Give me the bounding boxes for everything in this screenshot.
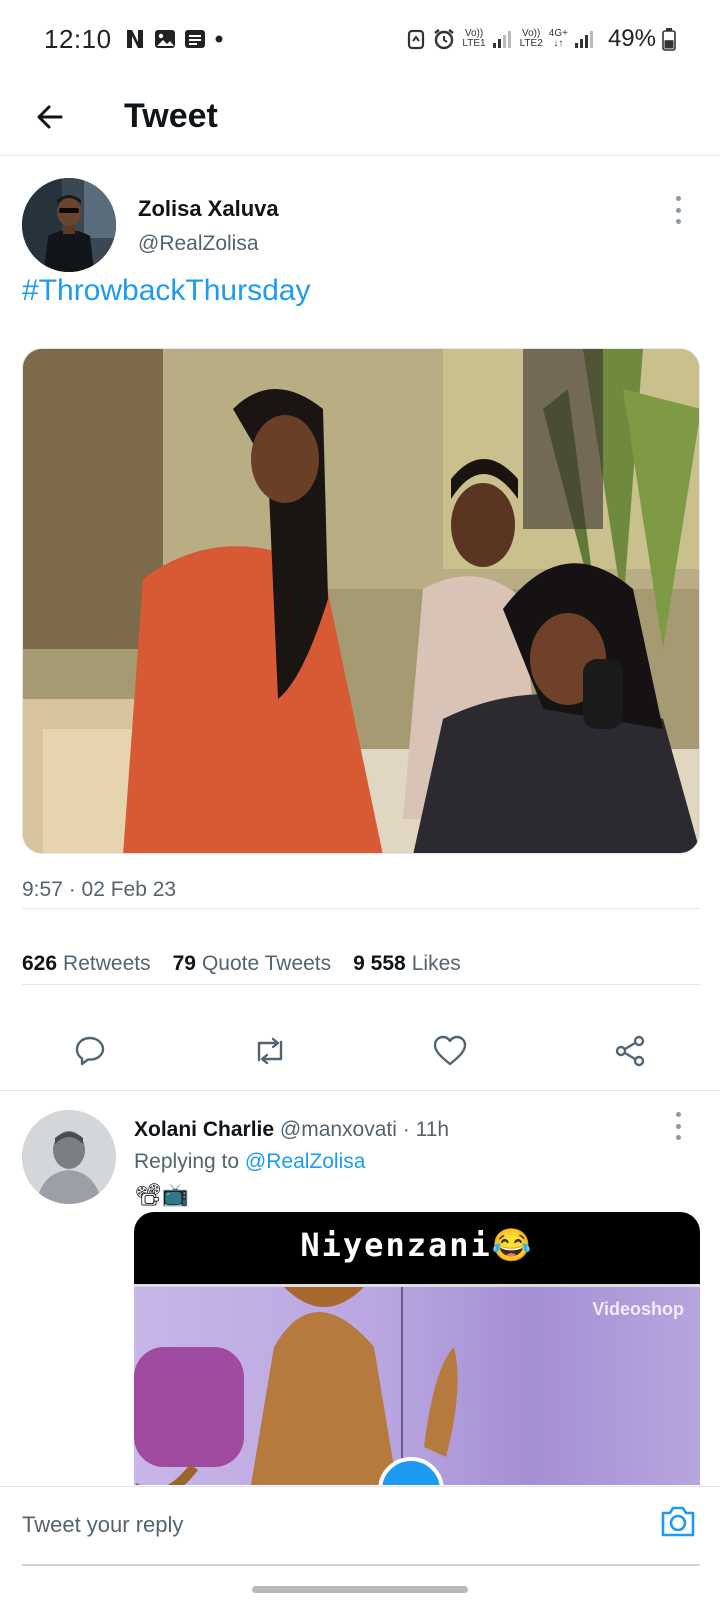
tweet-author-row: Zolisa Xaluva @RealZolisa [22, 178, 698, 274]
quote-tweets-label: Quote Tweets [201, 952, 332, 975]
more-dot-icon [675, 1135, 681, 1140]
share-button[interactable] [540, 1006, 720, 1096]
data-activity-label: ↓↑ [553, 38, 564, 49]
page-title: Tweet [124, 97, 218, 135]
tweet-hashtag[interactable]: #ThrowbackThursday [22, 274, 310, 308]
network-type-indicator: 4G+ ↓↑ [549, 29, 568, 49]
author-avatar[interactable] [22, 178, 116, 272]
tweet-more-button[interactable] [668, 196, 688, 224]
likes-stat[interactable]: 9 558 Likes [353, 952, 461, 976]
status-bar: 12:10 Vo)) LTE1 Vo)) LTE2 4G+ ↓↑ 49% [0, 0, 720, 78]
replying-to: Replying to @RealZolisa [134, 1150, 365, 1174]
quote-tweets-stat[interactable]: 79 Quote Tweets [173, 952, 332, 976]
alarm-icon [434, 29, 455, 50]
more-dot-icon [675, 196, 681, 201]
reply-text: 📽📺 [134, 1182, 190, 1207]
reply-tweet[interactable]: Xolani Charlie @manxovati · 11h Replying… [0, 1090, 720, 1485]
tweet-photo[interactable] [22, 348, 700, 854]
gallery-notification-icon [154, 30, 175, 48]
sim2-lte-label: LTE2 [519, 38, 543, 49]
retweets-label: Retweets [63, 952, 151, 975]
reply-input[interactable] [22, 1503, 622, 1547]
gesture-nav-handle[interactable] [252, 1586, 468, 1593]
app-header: Tweet [0, 78, 720, 156]
replying-to-handle[interactable]: @RealZolisa [245, 1150, 366, 1173]
reply-author-name[interactable]: Xolani Charlie [134, 1118, 274, 1141]
camera-button[interactable] [658, 1501, 698, 1541]
more-notifications-dot-icon [215, 35, 223, 43]
tweet-timestamp[interactable]: 9:57 · 02 Feb 23 [22, 878, 176, 902]
status-time: 12:10 [44, 23, 112, 54]
netflix-notification-icon [126, 30, 143, 48]
stats-top-divider [22, 908, 700, 909]
like-button[interactable] [360, 1006, 540, 1096]
battery-percentage: 49% [607, 25, 656, 52]
video-watermark: Videoshop [592, 1299, 684, 1319]
heart-icon [433, 1035, 467, 1066]
reply-author-handle[interactable]: @manxovati [280, 1118, 397, 1141]
reply-avatar-image [22, 1110, 116, 1204]
more-dot-icon [675, 1112, 681, 1117]
back-arrow-icon [37, 105, 63, 128]
retweet-icon [257, 1037, 283, 1065]
reply-more-button[interactable] [668, 1112, 688, 1140]
retweets-stat[interactable]: 626 Retweets [22, 952, 151, 976]
reply-composer [0, 1486, 720, 1566]
sim1-signal-icon [492, 31, 511, 48]
composer-underline [22, 1564, 700, 1566]
tweet-stats: 626 Retweets 79 Quote Tweets 9 558 Likes [22, 952, 461, 976]
sim2-volte-indicator: Vo)) LTE2 [520, 29, 543, 49]
reply-header: Xolani Charlie @manxovati · 11h [134, 1118, 449, 1142]
reply-video[interactable]: Niyenzani😂 Videoshop [134, 1212, 700, 1485]
reply-time: · 11h [402, 1118, 450, 1141]
sim1-volte-indicator: Vo)) LTE1 [462, 29, 485, 49]
sim2-signal-icon [574, 31, 593, 48]
tweet-actions [0, 1006, 720, 1096]
stats-bottom-divider [22, 984, 700, 985]
likes-count: 9 558 [353, 952, 406, 975]
camera-icon [661, 1506, 695, 1537]
reply-button[interactable] [0, 1006, 180, 1096]
battery-saver-icon [408, 29, 425, 50]
author-name[interactable]: Zolisa Xaluva [138, 196, 279, 222]
author-avatar-image [22, 178, 116, 272]
replying-to-label: Replying to [134, 1150, 240, 1173]
back-button[interactable] [22, 89, 78, 145]
tweet-photo-image [23, 349, 699, 853]
sim1-lte-label: LTE1 [462, 38, 486, 49]
reply-author-avatar[interactable] [22, 1110, 116, 1204]
video-frame: Videoshop [134, 1284, 700, 1485]
author-handle[interactable]: @RealZolisa [138, 232, 259, 256]
notification-icons [124, 28, 224, 50]
battery-icon [662, 28, 676, 51]
message-notification-icon [184, 30, 205, 48]
reply-icon [75, 1036, 105, 1066]
likes-label: Likes [411, 952, 461, 975]
quote-tweets-count: 79 [172, 952, 196, 975]
more-dot-icon [675, 1123, 681, 1129]
retweet-button[interactable] [180, 1006, 360, 1096]
more-dot-icon [675, 219, 681, 224]
more-dot-icon [675, 207, 681, 213]
system-indicators: Vo)) LTE1 Vo)) LTE2 4G+ ↓↑ 49% [406, 25, 676, 53]
retweets-count: 626 [22, 952, 58, 975]
share-icon [615, 1035, 645, 1067]
video-caption: Niyenzani😂 [300, 1226, 534, 1264]
